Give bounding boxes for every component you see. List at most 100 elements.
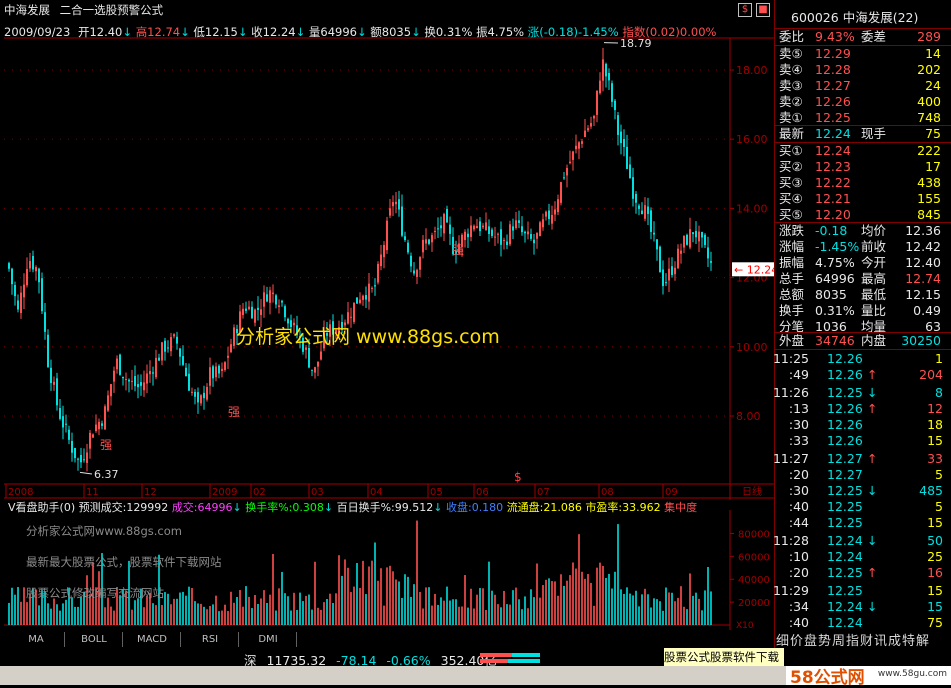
stat-label: 最高 [861,271,886,287]
candle [17,294,19,312]
candle [446,206,448,223]
candle [389,199,391,218]
candle [632,168,634,207]
candle [185,363,187,377]
buy-row: 买④12.21155 [775,191,947,207]
candle [428,239,430,246]
tick-time: 11:27 [773,451,809,467]
stat-value: 4.75% [815,255,855,271]
candle [698,226,700,253]
tab-macd[interactable]: MACD [124,632,181,647]
candle [263,285,265,317]
stat-value: -1.45% [815,239,859,255]
candle [707,237,709,267]
inner-label: 内盘 [861,333,886,349]
candle [116,355,118,373]
candle [53,377,55,391]
candle [131,370,133,390]
sell-level-label: 卖⑤ [779,46,803,62]
buy-level-label: 买③ [779,175,803,191]
vol-axis-label: 20000 [738,598,770,609]
candle [29,253,31,272]
candle [272,284,274,302]
candle [434,227,436,239]
candle [257,296,259,320]
stat-label: 总手 [779,271,804,287]
candle [233,324,235,348]
buy-volume: 845 [917,207,941,223]
status-bar: 深 11735.32 -78.14 -0.66% 352.40亿 股票公式股票软… [0,648,951,685]
month-label: 06 [476,487,489,498]
tick-row: :4012.255 [775,499,947,515]
candle [224,361,226,372]
site-logo-text: 58公式网 [790,663,865,688]
tab-rsi[interactable]: RSI [182,632,239,647]
sell-row: 卖④12.28202 [775,62,947,78]
buy-row: 买①12.24222 [775,143,947,159]
site-url: www.58gu.com [878,669,947,679]
candle [65,415,67,433]
price-axis-label: 8.00 [736,410,761,423]
tab-boll[interactable]: BOLL [66,632,123,647]
arrow-down-icon: ↓ [867,483,877,499]
tick-price: 12.26 [827,417,863,433]
tick-volume: 15 [927,599,943,615]
last-value: 12.24 [815,126,851,142]
tick-price: 12.26 [827,401,863,417]
candle [581,139,583,148]
candle [554,201,556,221]
arrow-down-icon: ↓ [867,599,877,615]
candle [38,268,40,294]
candle [542,214,544,231]
candle [98,418,100,435]
candle [641,202,643,214]
quote-bottom-tabs[interactable]: 细价盘势周指财讯成特解 [776,630,951,648]
candle [278,299,280,313]
stat-value: 12.42 [905,239,941,255]
candle [602,48,604,91]
month-label: 2009 [212,487,237,498]
candle [89,430,91,459]
candle [194,389,196,404]
tab-ma[interactable]: MA [8,632,65,647]
month-label: 07 [537,487,550,498]
tick-volume: 5 [935,467,943,483]
weibi-label: 委比 [779,29,804,45]
candle [383,241,385,268]
candle [71,433,73,462]
price-axis-label: 18.00 [736,64,768,77]
vol-note-3: 股票公式修改编写交流网站 [26,585,164,601]
index-change: -78.14 [336,653,376,668]
tick-row: :3412.24↓15 [775,599,947,615]
candle [695,221,697,244]
current-hand-label: 现手 [861,126,886,142]
price-chart[interactable]: 18.0016.0014.0012.0010.008.0020081112200… [0,0,774,500]
candle [311,370,313,376]
candle [86,444,88,472]
candle [122,377,124,386]
candle [662,260,664,294]
tick-time: :34 [789,599,809,615]
ad-banner[interactable]: 股票公式股票软件下载 [664,648,784,666]
tab-dmi[interactable]: DMI [240,632,297,647]
stat-value: 8035 [815,287,847,303]
candle [77,458,79,471]
candle [683,235,685,253]
sell-row: 卖③12.2724 [775,78,947,94]
candle [437,217,439,238]
inner-value: 30250 [901,333,941,349]
tick-price: 12.27 [827,451,863,467]
weicha-label: 委差 [861,29,886,45]
tick-volume: 50 [927,533,943,549]
candle [668,258,670,292]
sell-price: 12.25 [815,110,851,126]
candle [614,99,616,119]
candle [665,273,667,286]
candle [443,213,445,241]
buy-price: 12.23 [815,159,851,175]
candle [158,354,160,361]
candle [128,378,130,392]
index-value: 11735.32 [267,653,327,668]
candle [545,211,547,221]
tick-volume: 75 [927,615,943,631]
